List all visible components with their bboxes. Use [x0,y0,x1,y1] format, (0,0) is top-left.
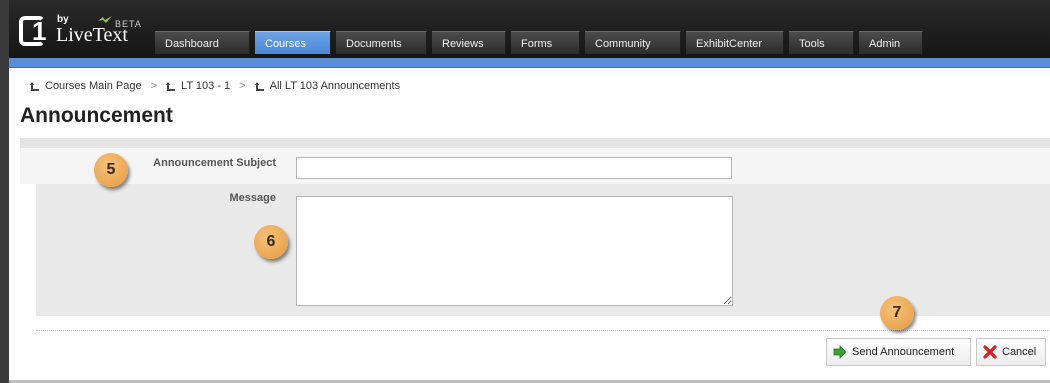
livetext-logo[interactable]: 1 by BETA LiveText [19,10,159,50]
logo-wordmark: LiveText [56,24,128,46]
breadcrumb: Courses Main Page > LT 103 - 1 > All LT … [30,80,400,92]
breadcrumb-all-announcements[interactable]: All LT 103 Announcements [270,80,400,92]
callout-badge: 5 [94,153,128,187]
breadcrumb-separator: > [150,80,158,92]
subject-input[interactable] [296,157,732,179]
tab-reviews[interactable]: Reviews [432,31,506,54]
tab-exhibitcenter[interactable]: ExhibitCenter [686,31,784,54]
tab-community[interactable]: Community [585,31,681,54]
tab-courses[interactable]: Courses [255,31,331,54]
up-level-icon [30,81,39,91]
callout-badge: 7 [880,296,914,330]
subject-label: Announcement Subject [153,157,276,169]
up-level-icon [166,81,176,91]
cancel-button[interactable]: Cancel [976,338,1046,366]
breadcrumb-course-section[interactable]: LT 103 - 1 [181,80,230,92]
nav-underline-bar [9,58,1050,68]
form-divider [36,330,1050,331]
tab-admin[interactable]: Admin [859,31,923,54]
red-x-icon [983,345,997,359]
main-nav: Dashboard Courses Documents Reviews Form… [155,31,928,54]
app-header: 1 by BETA LiveText Dashboard Courses Doc… [9,0,1050,58]
green-arrow-icon [833,345,847,359]
page-title: Announcement [20,104,173,127]
tab-forms[interactable]: Forms [511,31,580,54]
message-textarea[interactable] [296,196,733,306]
send-announcement-label: Send Announcement [852,346,955,358]
tab-tools[interactable]: Tools [789,31,854,54]
breadcrumb-courses-main[interactable]: Courses Main Page [45,80,142,92]
message-label: Message [229,192,276,204]
logo-one: 1 [32,16,47,46]
form-panel-header [20,138,1050,148]
callout-badge: 6 [254,225,288,259]
tab-dashboard[interactable]: Dashboard [155,31,250,54]
send-announcement-button[interactable]: Send Announcement [826,338,971,366]
tab-documents[interactable]: Documents [336,31,427,54]
cancel-label: Cancel [1002,346,1037,358]
breadcrumb-separator: > [239,80,246,92]
window-border [0,0,9,383]
up-level-icon [254,81,264,91]
